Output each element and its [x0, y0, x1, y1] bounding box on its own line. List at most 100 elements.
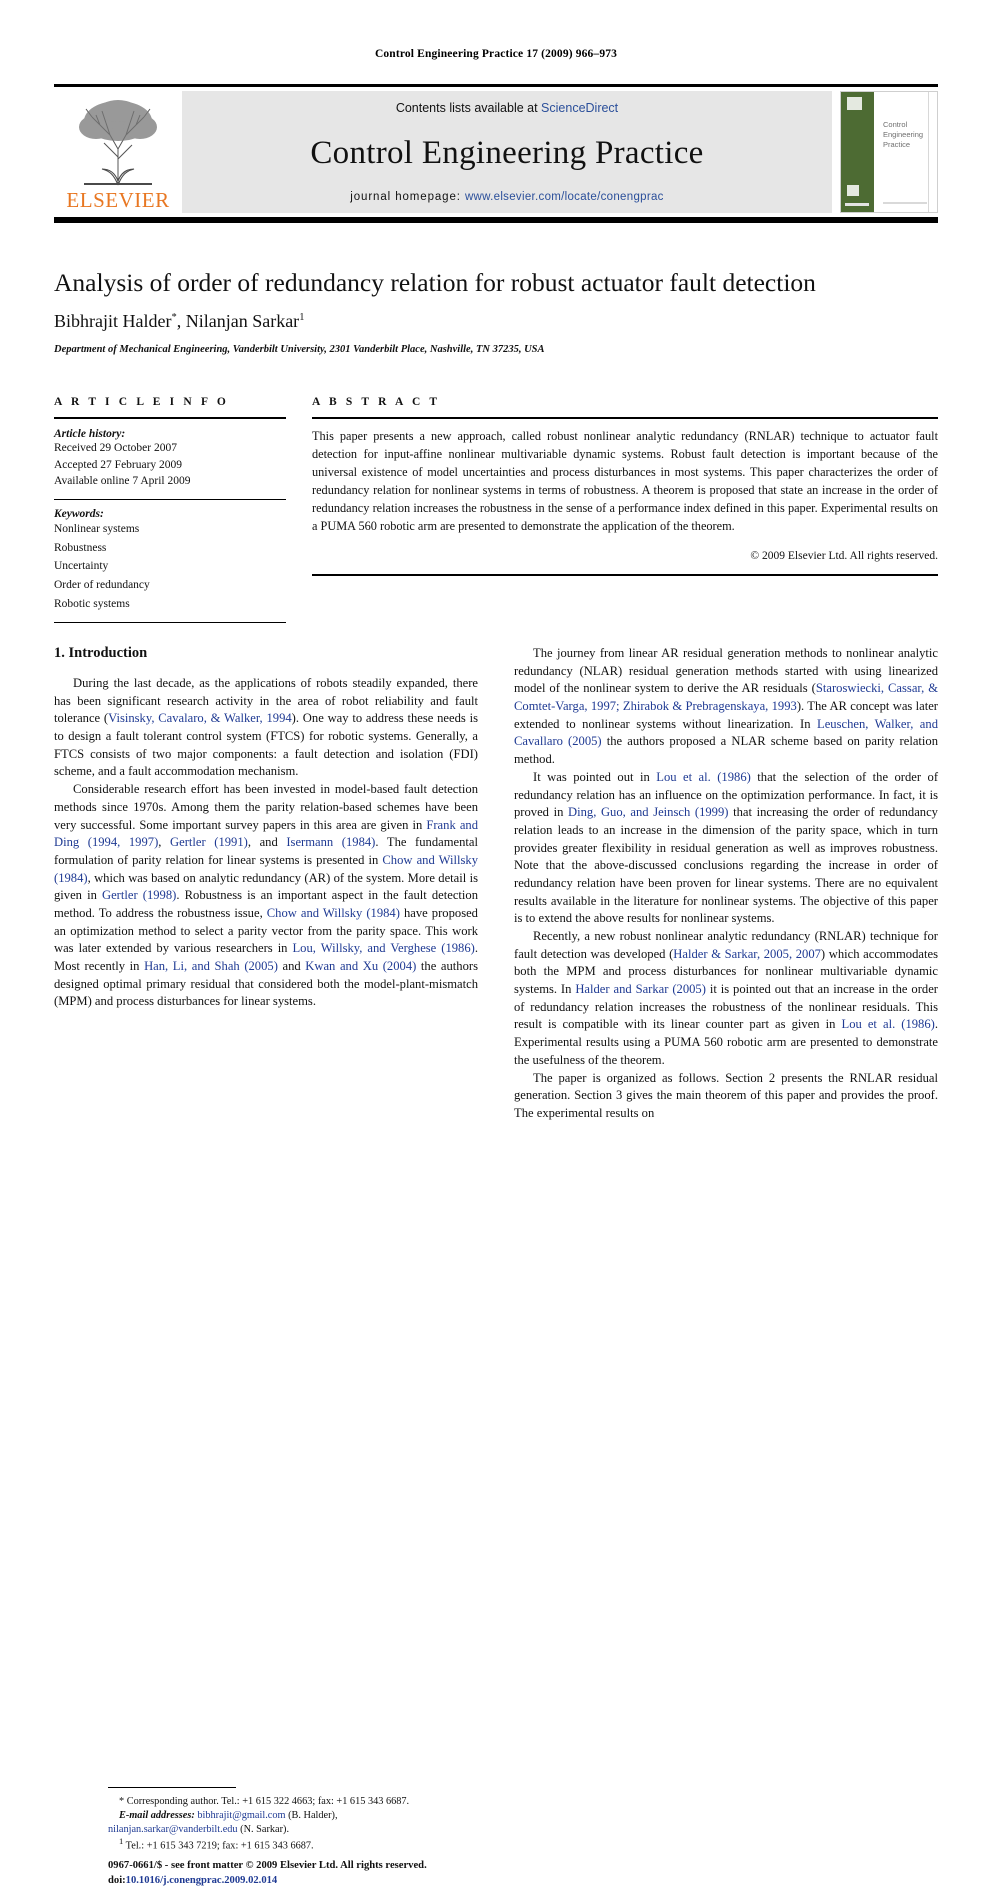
sciencedirect-link[interactable]: ScienceDirect — [541, 101, 618, 115]
keyword-item: Order of redundancy — [54, 578, 150, 591]
cover-divider-line — [928, 92, 929, 212]
section-heading-introduction: 1. Introduction — [54, 645, 148, 661]
main-body: 1. Introduction During the last decade, … — [54, 645, 938, 1886]
affiliation: Department of Mechanical Engineering, Va… — [54, 344, 545, 356]
citation-link[interactable]: Kwan and Xu (2004) — [305, 959, 416, 973]
citation-link[interactable]: Han, Li, and Shah (2005) — [144, 959, 278, 973]
paper-page: Control Engineering Practice 17 (2009) 9… — [0, 0, 992, 1886]
journal-cover-thumbnail: Control Engineering Practice — [840, 91, 938, 213]
article-history-line: Accepted 27 February 2009 — [54, 458, 183, 471]
cover-bottom-bar — [845, 203, 869, 206]
keywords-divider — [54, 499, 286, 501]
author-2-footnote-mark[interactable]: 1 — [299, 312, 304, 323]
citation-link[interactable]: Halder & Sarkar, 2005, 2007 — [673, 947, 821, 961]
text-run: (B. Halder), — [285, 1809, 338, 1821]
citation-link[interactable]: Visinsky, Cavalaro, & Walker, 1994 — [108, 711, 292, 725]
paragraph: It was pointed out in Lou et al. (1986) … — [514, 769, 938, 928]
cover-footer-bar — [883, 202, 927, 204]
keyword-item: Robotic systems — [54, 597, 130, 610]
text-run: Considerable research effort has been in… — [54, 782, 478, 832]
author-name-1: Bibhrajit Halder — [54, 311, 172, 332]
doi-link[interactable]: 10.1016/j.conengprac.2009.02.014 — [126, 1875, 278, 1886]
cover-emblem-top-icon — [847, 97, 862, 110]
paragraph: The journey from linear AR residual gene… — [514, 645, 938, 769]
email-link-1[interactable]: bibhrajit@gmail.com — [197, 1810, 285, 1821]
citation-link[interactable]: Halder and Sarkar (2005) — [575, 982, 706, 996]
paragraph: The paper is organized as follows. Secti… — [514, 1070, 938, 1120]
article-info-label: A R T I C L E I N F O — [54, 396, 229, 408]
contents-available-line: Contents lists available at ScienceDirec… — [396, 101, 618, 115]
cover-title-line-1: Control — [883, 120, 908, 129]
abstract-text: This paper presents a new approach, call… — [312, 429, 938, 533]
left-column: 1. Introduction During the last decade, … — [54, 645, 478, 1886]
keyword-item: Robustness — [54, 541, 107, 554]
cover-title-line-3: Practice — [883, 140, 911, 150]
text-run: and — [277, 959, 306, 973]
info-abstract-region: A R T I C L E I N F O Article history: R… — [54, 396, 938, 631]
email-addresses-label: E-mail addresses: — [119, 1809, 195, 1821]
footnote-corresponding-author: * Corresponding author. Tel.: +1 615 322… — [108, 1795, 532, 1809]
journal-title: Control Engineering Practice — [310, 134, 704, 171]
keywords-heading: Keywords: — [54, 508, 104, 521]
footnote-emails: E-mail addresses: bibhrajit@gmail.com (B… — [108, 1809, 532, 1823]
journal-masthead: ELSEVIER Contents lists available at Sci… — [54, 84, 938, 223]
paragraph: Considerable research effort has been in… — [54, 781, 478, 1011]
elsevier-tree-icon — [79, 100, 157, 186]
citation-link[interactable]: Gertler (1991) — [170, 835, 248, 849]
article-history-heading: Article history: — [54, 428, 126, 440]
keyword-item: Uncertainty — [54, 560, 109, 573]
citation-link[interactable]: Ding, Guo, and Jeinsch (1999) — [568, 805, 728, 819]
text-run: (N. Sarkar). — [237, 1823, 290, 1835]
footnote-rule — [108, 1787, 236, 1788]
email-link-2[interactable]: nilanjan.sarkar@vanderbilt.edu — [108, 1824, 238, 1835]
masthead-center-panel: Contents lists available at ScienceDirec… — [182, 91, 832, 213]
article-info-bottom-rule — [54, 622, 286, 624]
article-info-rule — [54, 417, 286, 419]
right-column: The journey from linear AR residual gene… — [514, 645, 938, 1123]
abstract-column: A B S T R A C T This paper presents a ne… — [312, 396, 938, 631]
title-block: Analysis of order of redundancy relation… — [54, 268, 938, 355]
cover-emblem-bottom-icon — [847, 185, 859, 196]
masthead-top-rule — [54, 84, 938, 87]
text-run: Tel.: +1 615 343 7219; fax: +1 615 343 6… — [123, 1840, 314, 1852]
author-name-2: Nilanjan Sarkar — [185, 311, 300, 332]
article-history-line: Received 29 October 2007 — [54, 442, 177, 454]
article-info-column: A R T I C L E I N F O Article history: R… — [54, 396, 286, 631]
citation-link[interactable]: Gertler (1998) — [102, 888, 176, 902]
abstract-label: A B S T R A C T — [312, 396, 441, 408]
keyword-item: Nonlinear systems — [54, 523, 140, 536]
running-head: Control Engineering Practice 17 (2009) 9… — [374, 48, 618, 60]
issn-block: 0967-0661/$ - see front matter © 2009 El… — [108, 1859, 532, 1889]
citation-link[interactable]: Lou et al. (1986) — [842, 1017, 935, 1031]
text-run: , and — [247, 835, 287, 850]
citation-link[interactable]: Chow and Willsky (1984) — [267, 906, 400, 920]
doi-line: doi:10.1016/j.conengprac.2009.02.014 — [108, 1874, 532, 1889]
author-separator: , — [176, 311, 186, 332]
doi-label: doi: — [108, 1874, 126, 1886]
cover-journal-title: Control Engineering Practice — [883, 120, 923, 150]
issn-front-matter: 0967-0661/$ - see front matter © 2009 El… — [108, 1860, 427, 1871]
journal-homepage-link[interactable]: www.elsevier.com/locate/conengprac — [465, 191, 664, 203]
contents-prefix: Contents lists available at — [395, 101, 542, 115]
text-run: that increasing the order of redundancy … — [514, 805, 938, 926]
footnote-area: * Corresponding author. Tel.: +1 615 322… — [108, 1787, 532, 1854]
abstract-rule — [312, 417, 938, 419]
footnote-1: 1 Tel.: +1 615 343 7219; fax: +1 615 343… — [108, 1836, 532, 1853]
citation-link[interactable]: Isermann (1984) — [286, 835, 375, 849]
author-list: Bibhrajit Halder*, Nilanjan Sarkar1 — [54, 311, 938, 332]
citation-link[interactable]: Lou et al. (1986) — [656, 770, 751, 784]
homepage-prefix: journal homepage: — [350, 191, 465, 203]
elsevier-logo: ELSEVIER — [54, 91, 182, 213]
paragraph: Recently, a new robust nonlinear analyti… — [514, 928, 938, 1070]
masthead-bottom-rule — [54, 217, 938, 223]
text-run: Corresponding author. Tel.: +1 615 322 4… — [124, 1796, 410, 1807]
footnote-emails-continued: nilanjan.sarkar@vanderbilt.edu (N. Sarka… — [108, 1823, 532, 1837]
abstract-bottom-rule — [312, 573, 938, 576]
citation-link[interactable]: Lou, Willsky, and Verghese (1986) — [292, 941, 474, 955]
elsevier-wordmark: ELSEVIER — [66, 188, 170, 212]
text-run: , — [158, 835, 171, 850]
cover-title-line-2: Engineering — [883, 130, 924, 140]
text-run: It was pointed out in — [533, 769, 657, 784]
paragraph: During the last decade, as the applicati… — [54, 675, 478, 781]
article-history-line: Available online 7 April 2009 — [54, 475, 191, 488]
